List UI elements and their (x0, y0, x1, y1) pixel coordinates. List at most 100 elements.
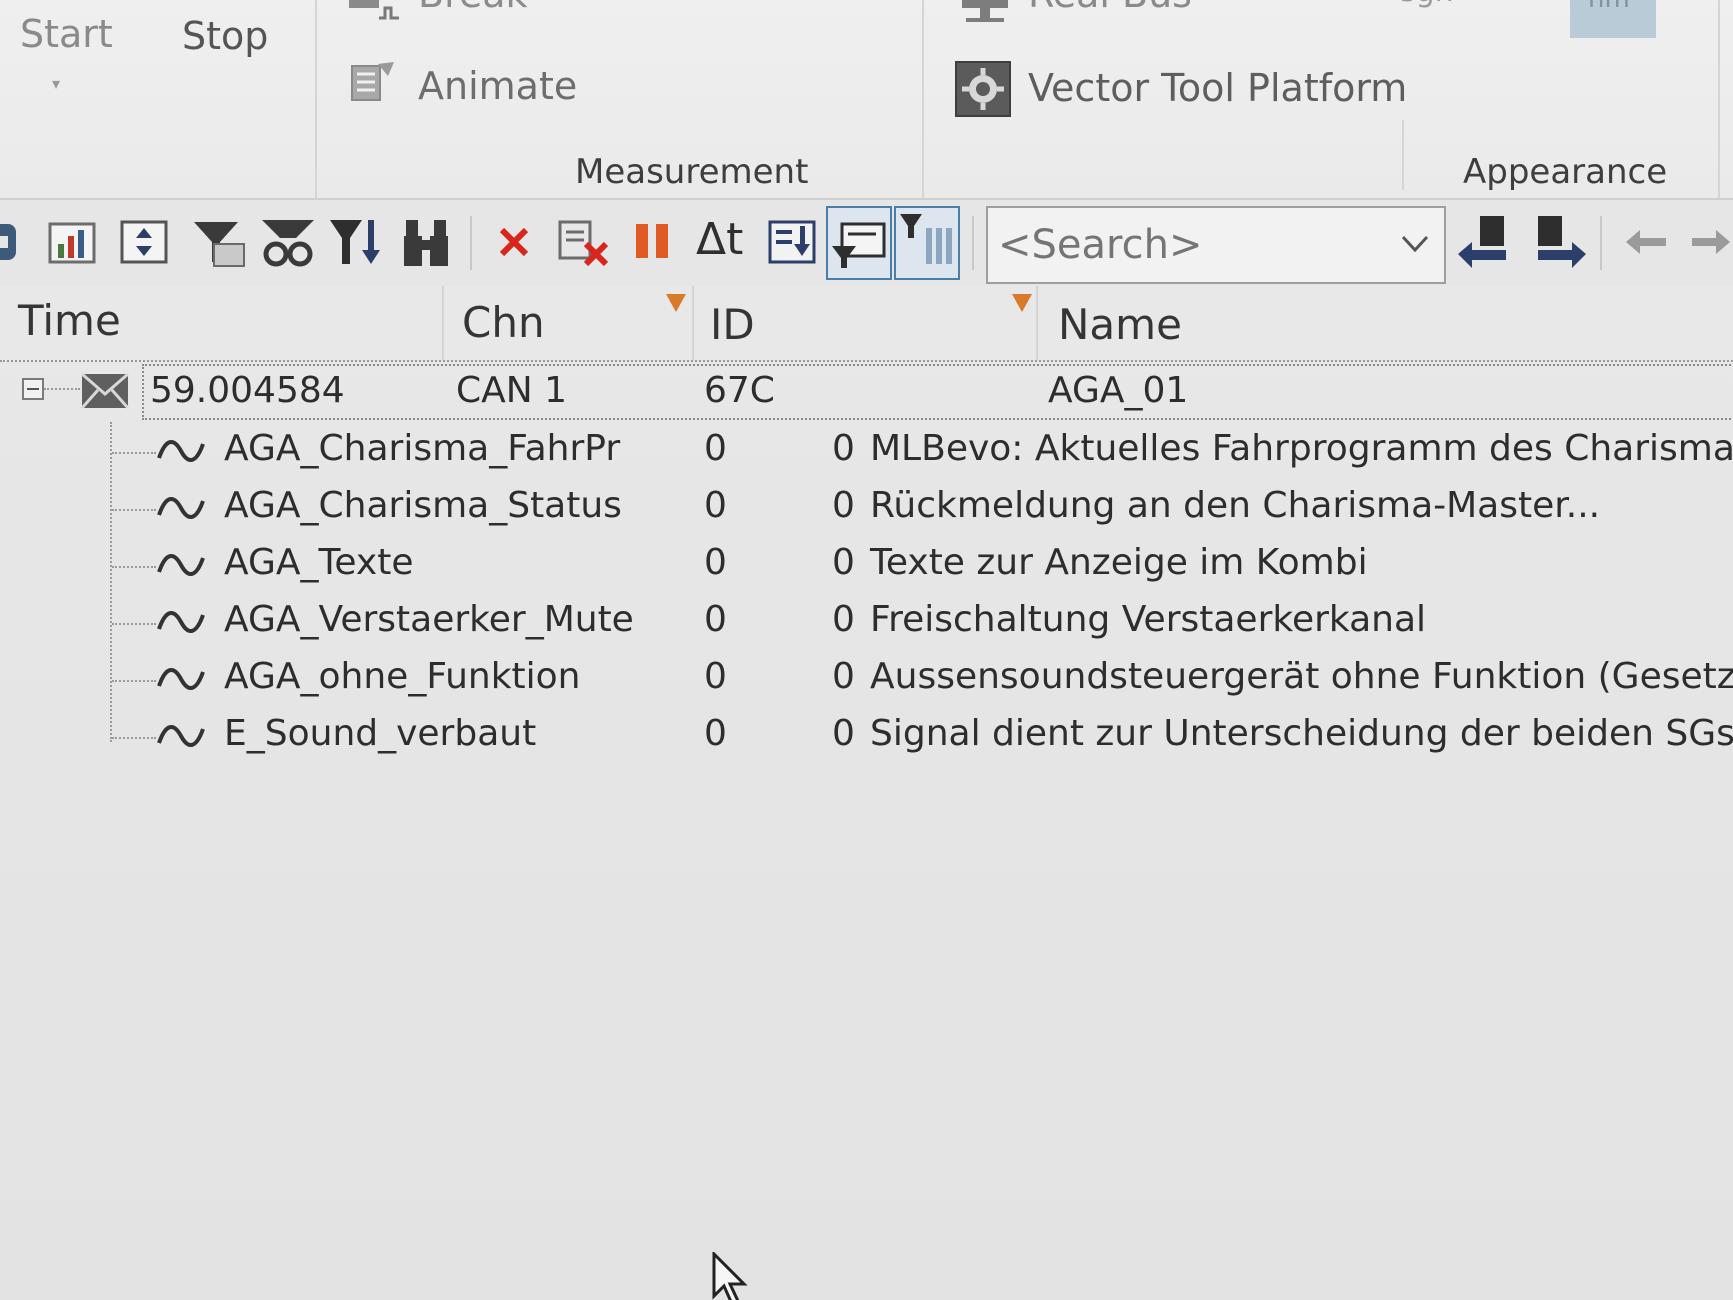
header-divider (0, 360, 1733, 362)
trace-window: Start ▾ Stop Break Animate Real Bus (0, 0, 1733, 1300)
animate-button[interactable]: Animate (418, 64, 577, 108)
signal-name: AGA_ohne_Funktion (224, 656, 581, 697)
envelope-icon (80, 372, 130, 409)
delete-icon[interactable] (496, 214, 534, 270)
toolbar-separator (972, 216, 974, 270)
ribbon-separator (1718, 0, 1720, 200)
filter-icon[interactable] (1010, 292, 1034, 314)
delta-time-icon[interactable]: Δt (696, 214, 743, 270)
signal-phys-value: 0 (832, 428, 855, 469)
animate-icon (351, 62, 394, 101)
find-prev-icon[interactable] (1454, 214, 1516, 270)
start-dropdown-icon[interactable]: ▾ (52, 74, 60, 93)
find-icon[interactable] (400, 214, 456, 270)
back-icon[interactable] (1622, 214, 1672, 270)
group-label-appearance: Appearance (1463, 152, 1668, 192)
signal-wave-icon (157, 725, 205, 747)
selection-frame (142, 364, 1733, 420)
break-icon (349, 0, 399, 20)
signal-name: AGA_Texte (224, 542, 414, 583)
collapse-icon[interactable] (22, 378, 44, 400)
ribbon-separator (315, 0, 317, 200)
scroll-icon[interactable] (118, 214, 174, 270)
toolbar-separator (1600, 216, 1602, 270)
filter-icon[interactable] (664, 292, 688, 314)
filter-view-icon[interactable] (826, 206, 892, 280)
print-filter-icon[interactable] (190, 214, 250, 270)
vector-tool-platform-icon (955, 61, 1011, 117)
column-divider[interactable] (442, 286, 444, 360)
message-channel: CAN 1 (456, 370, 568, 411)
column-header-id[interactable]: ID (710, 300, 755, 349)
signal-row[interactable]: AGA_Charisma_FahrPr 0 0 MLBevo: Aktuelle… (0, 424, 1733, 480)
break-button[interactable]: Break (418, 0, 528, 16)
real-bus-icon (962, 0, 1008, 22)
stop-button[interactable]: Stop (182, 14, 268, 58)
filter-sort-icon[interactable] (328, 214, 388, 270)
tree-connector (44, 388, 80, 390)
search-input[interactable] (998, 216, 1378, 274)
signal-row[interactable]: E_Sound_verbaut 0 0 Signal dient zur Unt… (0, 709, 1733, 765)
message-id: 67C (704, 370, 775, 411)
signal-raw-value: 0 (704, 713, 727, 754)
tree-connector (112, 509, 156, 511)
signal-phys-value: 0 (832, 599, 855, 640)
find-next-icon[interactable] (1528, 214, 1590, 270)
db-icon[interactable] (0, 214, 24, 270)
signal-raw-value: 0 (704, 656, 727, 697)
vector-tool-platform-button[interactable]: Vector Tool Platform (1028, 66, 1407, 110)
column-header-time[interactable]: Time (18, 296, 121, 345)
real-bus-button[interactable]: Real Bus (1028, 0, 1192, 16)
signal-wave-icon (157, 668, 205, 690)
trace-grid: Time Chn ID Name 59.004584 CAN 1 67C AGA… (0, 286, 1733, 1300)
tree-connector (112, 566, 156, 568)
signal-name: AGA_Charisma_FahrPr (224, 428, 621, 469)
signal-raw-value: 0 (704, 542, 727, 583)
tree-connector (112, 737, 156, 739)
ribbon-separator (1402, 120, 1404, 190)
signal-name: E_Sound_verbaut (224, 713, 537, 754)
signal-name: AGA_Verstaerker_Mute (224, 599, 634, 640)
start-button[interactable]: Start (20, 12, 113, 56)
autoscroll-icon[interactable] (766, 214, 822, 270)
clear-icon[interactable] (556, 214, 616, 270)
signal-phys-value: 0 (832, 542, 855, 583)
signal-row[interactable]: AGA_ohne_Funktion 0 0 Aussensoundsteuerg… (0, 652, 1733, 708)
signal-phys-value: 0 (832, 656, 855, 697)
search-combobox[interactable] (986, 206, 1446, 284)
signal-phys-value: 0 (832, 713, 855, 754)
signal-row[interactable]: AGA_Charisma_Status 0 0 Rückmeldung an d… (0, 481, 1733, 537)
column-header-name[interactable]: Name (1058, 300, 1182, 349)
group-label-measurement: Measurement (575, 152, 809, 192)
chart-icon[interactable] (46, 214, 102, 270)
column-filter-icon[interactable] (894, 206, 960, 280)
trace-toolbar: Δt (0, 200, 1733, 286)
column-divider[interactable] (1036, 286, 1038, 360)
signal-name: AGA_Charisma_Status (224, 485, 622, 526)
ribbon-partial-label[interactable]: sgn (1400, 0, 1454, 9)
message-row[interactable]: 59.004584 CAN 1 67C AGA_01 (0, 364, 1733, 422)
message-name: AGA_01 (1048, 370, 1189, 411)
ribbon-highlighted-label: hm (1588, 0, 1630, 14)
signal-row[interactable]: AGA_Texte 0 0 Texte zur Anzeige im Kombi (0, 538, 1733, 594)
mouse-cursor-icon (712, 1252, 748, 1300)
binoculars-icon[interactable] (258, 214, 320, 270)
signal-phys-value: 0 (832, 485, 855, 526)
column-divider[interactable] (692, 286, 694, 360)
ribbon: Start ▾ Stop Break Animate Real Bus (0, 0, 1733, 200)
signal-description: Rückmeldung an den Charisma-Master... (870, 485, 1601, 526)
pause-icon[interactable] (632, 214, 674, 270)
forward-icon[interactable] (1690, 214, 1733, 270)
signal-raw-value: 0 (704, 485, 727, 526)
signal-description: Aussensoundsteuergerät ohne Funktion (Ge… (870, 656, 1733, 697)
signal-description: Texte zur Anzeige im Kombi (870, 542, 1368, 583)
message-time: 59.004584 (150, 370, 345, 411)
tree-connector (112, 680, 156, 682)
grid-header: Time Chn ID Name (0, 286, 1733, 362)
chevron-down-icon[interactable] (1400, 234, 1430, 254)
signal-description: MLBevo: Aktuelles Fahrprogramm des Chari… (870, 428, 1733, 469)
signal-description: Freischaltung Verstaerkerkanal (870, 599, 1427, 640)
tree-connector (112, 623, 156, 625)
column-header-chn[interactable]: Chn (462, 298, 545, 347)
signal-row[interactable]: AGA_Verstaerker_Mute 0 0 Freischaltung V… (0, 595, 1733, 651)
